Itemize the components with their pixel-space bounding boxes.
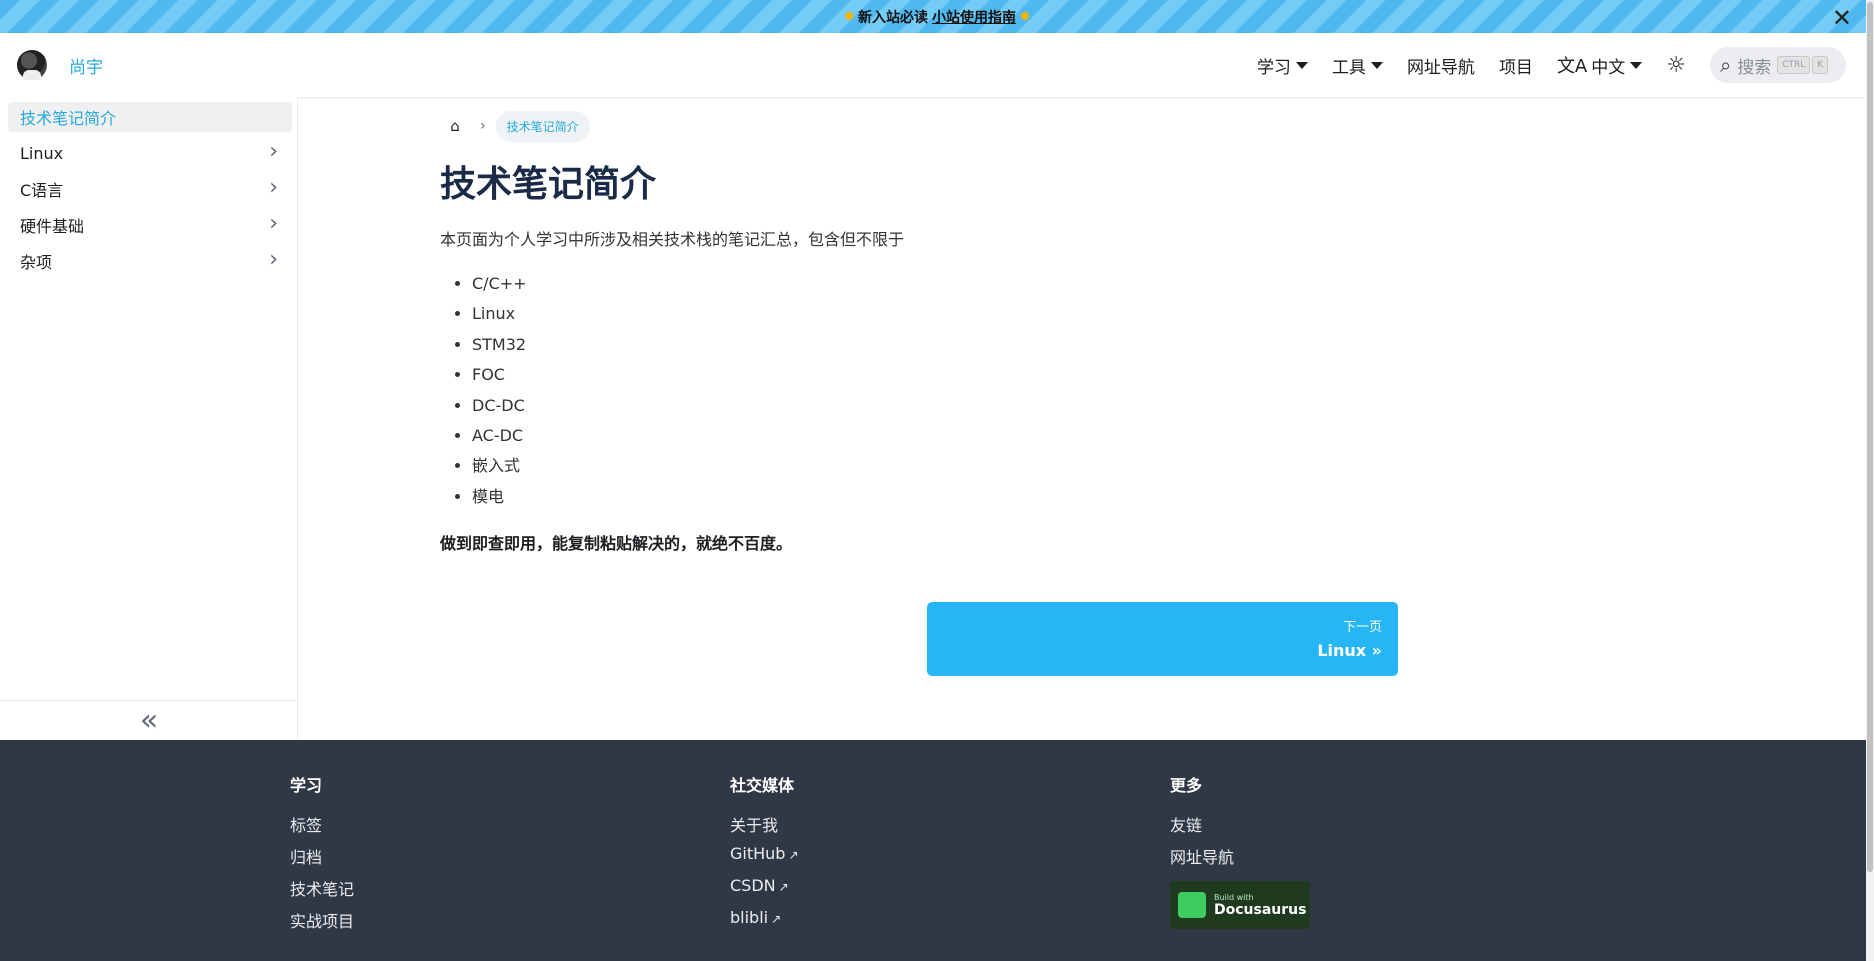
list-item: 嵌入式 <box>472 451 527 481</box>
external-link-icon: ↗ <box>788 848 799 862</box>
sidebar-item-label: C语言 <box>20 181 64 200</box>
navbar: 尚宇 学习 工具 网址导航 项目 文A 中文 ☼ ⌕ 搜索 CTRL K <box>0 33 1866 97</box>
footer-link-archive[interactable]: 归档 <box>290 844 322 868</box>
search-icon: ⌕ <box>1720 53 1732 77</box>
nav-right: 学习 工具 网址导航 项目 文A 中文 ☼ ⌕ 搜索 CTRL K <box>1257 33 1846 97</box>
brand[interactable]: 尚宇 <box>17 50 103 80</box>
list-item: 模电 <box>472 482 527 512</box>
translate-icon: 文A <box>1556 56 1588 77</box>
star-icon: ✸ <box>843 8 855 25</box>
sidebar-item-label: 杂项 <box>20 253 53 272</box>
chevron-right-icon[interactable]: › <box>269 249 278 271</box>
kbd-ctrl: CTRL <box>1777 56 1811 74</box>
intro-text: 本页面为个人学习中所涉及相关技术栈的笔记汇总，包含但不限于 <box>440 230 905 249</box>
sidebar-item-hardware[interactable]: 硬件基础 › <box>8 210 292 240</box>
footer-link-about[interactable]: 关于我 <box>730 812 778 836</box>
breadcrumb-separator: › <box>480 118 486 134</box>
footer-link-blibli[interactable]: blibli ↗ <box>730 908 781 927</box>
external-link-icon: ↗ <box>771 912 782 926</box>
badge-small-text: Build with <box>1214 892 1254 902</box>
footer-column-title: 社交媒体 <box>730 776 795 795</box>
announcement-bar: ✸ 新入站必读 小站使用指南 ✸ ✕ <box>0 0 1874 33</box>
scrollbar-thumb[interactable] <box>1867 2 1873 872</box>
avatar <box>17 50 47 80</box>
sidebar-item-c[interactable]: C语言 › <box>8 174 292 204</box>
chevron-right-icon[interactable]: › <box>269 177 278 199</box>
external-link-icon: ↗ <box>778 880 789 894</box>
breadcrumb-current: 技术笔记简介 <box>495 110 590 142</box>
next-page-button[interactable]: 下一页 Linux » <box>927 602 1398 676</box>
footer: 学习 标签 归档 技术笔记 实战项目 社交媒体 关于我 GitHub ↗ CSDN… <box>0 740 1866 961</box>
page-title: 技术笔记简介 <box>440 164 657 205</box>
footer-link-github[interactable]: GitHub ↗ <box>730 844 799 863</box>
next-page-label: Linux » <box>1317 641 1382 660</box>
sidebar-item-linux[interactable]: Linux › <box>8 138 292 168</box>
caret-down-icon <box>1370 61 1383 69</box>
star-icon: ✸ <box>1019 8 1031 25</box>
footer-column-title: 更多 <box>1170 776 1203 795</box>
footer-link-site-nav[interactable]: 网址导航 <box>1170 844 1234 868</box>
sidebar: 技术笔记简介 Linux › C语言 › 硬件基础 › 杂项 › « <box>0 97 298 740</box>
sidebar-item-misc[interactable]: 杂项 › <box>8 246 292 276</box>
list-item: FOC <box>472 360 527 390</box>
nav-item-label: 学习 <box>1256 57 1291 78</box>
next-page-sublabel: 下一页 <box>1342 620 1382 635</box>
caret-down-icon <box>1295 61 1308 69</box>
nav-item-label: 工具 <box>1331 57 1366 78</box>
breadcrumb: ⌂ › 技术笔记简介 <box>440 110 590 142</box>
chevron-right-icon[interactable]: › <box>269 141 278 163</box>
collapse-sidebar-button[interactable]: « <box>0 700 298 740</box>
footer-link-label: blibli <box>730 908 769 927</box>
motto-text: 做到即查即用，能复制粘贴解决的，就绝不百度。 <box>440 534 793 553</box>
sidebar-item-label: 技术笔记简介 <box>20 109 117 128</box>
list-item: C/C++ <box>472 269 527 299</box>
nav-item-projects[interactable]: 项目 <box>1499 53 1533 78</box>
list-item: AC-DC <box>472 421 527 451</box>
nav-item-tools[interactable]: 工具 <box>1332 53 1383 78</box>
footer-link-label: GitHub <box>730 844 786 863</box>
footer-link-csdn[interactable]: CSDN ↗ <box>730 876 789 895</box>
list-item: STM32 <box>472 330 527 360</box>
search-button[interactable]: ⌕ 搜索 CTRL K <box>1710 47 1846 83</box>
sidebar-item-label: Linux <box>20 143 64 163</box>
home-icon[interactable]: ⌂ <box>440 111 470 141</box>
docusaurus-badge-text: Build with Docusaurus <box>1214 893 1306 918</box>
chevron-right-icon[interactable]: › <box>269 213 278 235</box>
caret-down-icon <box>1630 61 1643 69</box>
docusaurus-badge[interactable]: Build with Docusaurus <box>1170 881 1310 929</box>
kbd-k: K <box>1812 56 1829 74</box>
footer-link-tags[interactable]: 标签 <box>290 812 322 836</box>
list-item: DC-DC <box>472 391 527 421</box>
announcement-link[interactable]: 小站使用指南 <box>932 7 1016 27</box>
search-placeholder: 搜索 <box>1737 57 1772 78</box>
docusaurus-logo-icon <box>1178 892 1206 918</box>
badge-big-text: Docusaurus <box>1214 901 1307 918</box>
nav-item-site-nav[interactable]: 网址导航 <box>1407 53 1475 78</box>
close-icon[interactable]: ✕ <box>1832 4 1852 32</box>
tech-stack-list: C/C++ Linux STM32 FOC DC-DC AC-DC 嵌入式 模电 <box>472 269 527 512</box>
nav-item-study[interactable]: 学习 <box>1257 53 1308 78</box>
footer-link-friends[interactable]: 友链 <box>1170 812 1202 836</box>
footer-column-title: 学习 <box>290 776 323 795</box>
language-label: 中文 <box>1591 57 1626 78</box>
list-item: Linux <box>472 299 527 329</box>
footer-link-projects[interactable]: 实战项目 <box>290 908 354 932</box>
sidebar-item-label: 硬件基础 <box>20 217 85 236</box>
sidebar-item-intro[interactable]: 技术笔记简介 <box>8 102 292 132</box>
scrollbar[interactable] <box>1866 0 1874 961</box>
footer-link-label: CSDN <box>730 876 776 895</box>
theme-toggle-sun-icon[interactable]: ☼ <box>1666 53 1686 78</box>
footer-link-notes[interactable]: 技术笔记 <box>290 876 354 900</box>
brand-title[interactable]: 尚宇 <box>69 53 103 78</box>
announcement-text: 新入站必读 <box>858 9 928 26</box>
language-dropdown[interactable]: 文A 中文 <box>1556 52 1643 78</box>
